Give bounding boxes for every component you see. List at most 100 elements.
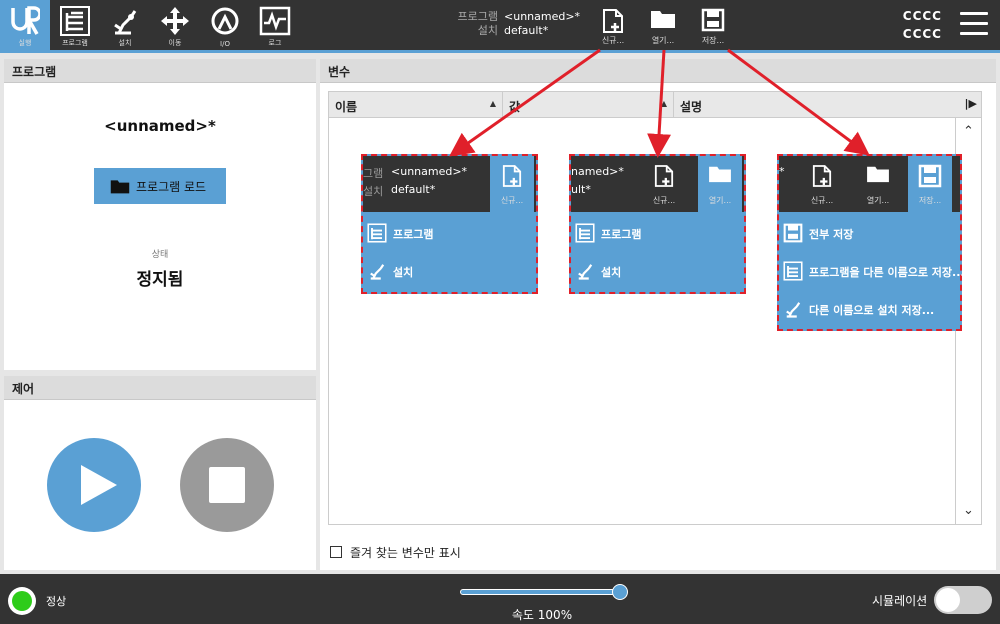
speed-slider-track [460,589,624,595]
hamburger-menu-icon[interactable] [960,12,988,36]
new-installation-label: 설치 [393,266,414,279]
control-panel [4,400,316,570]
dd-program-value: named>* [571,165,624,178]
column-name[interactable]: 이름 ▲ [329,92,503,118]
modified-star: * [779,165,785,178]
open-label: 열기... [651,36,675,45]
new-label: 신규... [810,196,834,205]
new-button[interactable]: 신규... [490,156,534,212]
save-installation-as-item[interactable]: 다른 이름으로 설치 저장... [779,290,960,328]
speed-slider[interactable] [460,584,628,600]
column-value[interactable]: 값 ▲ [503,92,674,118]
nav-move[interactable]: 이동 [152,0,198,50]
column-description[interactable]: 설명 |▶ [674,92,981,118]
save-button[interactable]: 저장... [691,5,735,49]
io-gauge-icon [211,7,239,35]
open-dropdown-header: named>* ult* 신규... 열기... [571,156,744,212]
file-info: 프로그램 <unnamed>* 설치 default* [438,10,598,40]
robot-arm-icon [786,302,801,318]
column-description-label: 설명 [680,100,703,114]
robot-status-text: 정상 [46,595,67,608]
nav-installation[interactable]: 설치 [102,0,148,50]
open-button[interactable]: 열기... [856,156,900,212]
new-button[interactable]: 신규... [591,5,635,49]
open-dropdown-preview: named>* ult* 신규... 열기... 프로그램 설치 [569,154,746,294]
play-icon [81,465,117,505]
stop-button[interactable] [180,438,274,532]
save-button[interactable]: 저장... [908,156,952,212]
program-tree-icon [367,223,387,243]
speed-label: 속도 100% [511,608,573,622]
simulation-label: 시뮬레이션 [872,594,928,608]
nav-log-label: 로그 [268,39,282,47]
collapse-column-icon[interactable]: |▶ [965,97,977,110]
open-button[interactable]: 열기... [698,156,742,212]
simulation-toggle-knob [936,588,960,612]
robot-arm-icon [578,264,593,280]
robot-arm-icon [370,264,385,280]
program-tree-icon [60,6,90,36]
program-tree-icon [575,223,595,243]
save-all-item[interactable]: 전부 저장 [779,214,960,252]
new-label: 신규... [500,196,524,205]
open-button[interactable]: 열기... [641,5,685,49]
partial-installation-key: 설치 [363,185,384,198]
nav-run-label: 실행 [18,39,32,47]
save-disk-icon [918,164,942,188]
nav-log[interactable]: 로그 [252,0,298,50]
top-bar: 실행 프로그램 설치 이동 I/O 로그 프로그램 <unnamed>* 설치 … [0,0,1000,50]
move-arrows-icon [161,7,189,35]
favorites-checkbox-label: 즐겨 찾는 변수만 표시 [350,546,461,560]
table-header: 이름 ▲ 값 ▲ 설명 |▶ [329,92,981,118]
nav-program[interactable]: 프로그램 [52,0,98,50]
save-label: 저장... [701,36,725,45]
favorites-checkbox[interactable] [330,546,342,558]
save-installation-as-label: 다른 이름으로 설치 저장... [809,304,935,317]
nav-io-label: I/O [220,40,230,48]
open-installation-label: 설치 [601,266,622,279]
ur-logo-icon [11,6,40,35]
new-button[interactable]: 신규... [642,156,686,212]
nav-program-label: 프로그램 [62,39,88,47]
scroll-down-icon[interactable]: ⌄ [956,503,981,518]
nav-io[interactable]: I/O [202,0,248,50]
folder-icon [867,166,889,183]
status-indicator-icon [8,587,36,615]
nav-run[interactable]: 실행 [0,0,50,50]
dd-installation-value: ult* [571,183,591,196]
load-program-button[interactable]: 프로그램 로드 [94,168,226,204]
program-value: <unnamed>* [504,10,581,23]
save-dropdown-preview: * 신규... 열기... 저장... 전부 저장 프로그램을 다른 이름으로 … [777,154,965,331]
open-program-item[interactable]: 프로그램 [571,214,744,252]
open-installation-item[interactable]: 설치 [571,252,744,290]
installation-value: default* [504,24,549,37]
variables-panel-header: 변수 [320,59,996,83]
new-file-icon [502,165,522,187]
new-label: 신규... [652,196,676,205]
new-label: 신규... [601,36,625,45]
save-all-label: 전부 저장 [809,228,854,241]
status-value: 정지됨 [136,270,184,290]
new-program-label: 프로그램 [393,228,434,241]
open-label: 열기... [866,196,890,205]
load-program-label: 프로그램 로드 [136,180,207,194]
new-installation-item[interactable]: 설치 [363,252,536,290]
new-button[interactable]: 신규... [800,156,844,212]
control-panel-header: 제어 [4,376,316,400]
new-dropdown-preview: 그램 설치 <unnamed>* default* 신규... 프로그램 설치 [361,154,538,294]
save-program-as-item[interactable]: 프로그램을 다른 이름으로 저장... [779,252,965,290]
save-program-as-label: 프로그램을 다른 이름으로 저장... [809,266,965,279]
open-program-label: 프로그램 [601,228,642,241]
new-program-item[interactable]: 프로그램 [363,214,536,252]
partial-program-key: 그램 [363,167,384,180]
program-panel-header: 프로그램 [4,59,316,83]
folder-icon [709,166,731,183]
simulation-toggle[interactable] [934,586,992,614]
column-name-label: 이름 [335,100,358,114]
speed-slider-handle[interactable] [612,584,628,600]
new-file-icon [812,165,832,187]
scroll-up-icon[interactable]: ⌃ [956,124,981,139]
program-tree-icon [783,261,803,281]
top-accent-line [0,50,1000,53]
play-button[interactable] [47,438,141,532]
